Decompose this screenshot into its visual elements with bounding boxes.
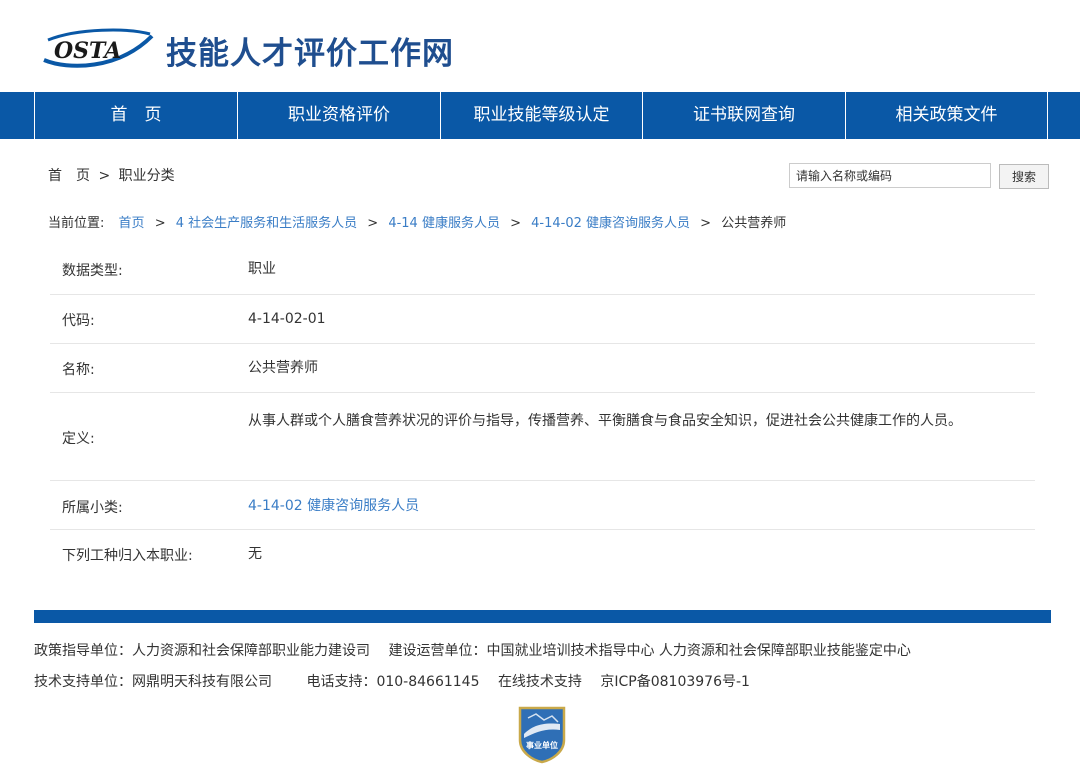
site-header: OSTA 技能人才评价工作网 [0, 0, 1080, 92]
location-link-group[interactable]: 4-14-02 健康咨询服务人员 [531, 216, 690, 231]
site-title: 技能人才评价工作网 [166, 36, 454, 72]
info-value: 公共营养师 [248, 360, 318, 376]
footer-operation-unit: 建设运营单位：中国就业培训技术指导中心 人力资源和社会保障部职业技能鉴定中心 [388, 643, 911, 659]
info-row: 所属小类: 4-14-02 健康咨询服务人员 [50, 481, 1035, 530]
location-current: 公共营养师 [721, 216, 787, 231]
footer-line-2: 技术支持单位：网鼎明天科技有限公司 电话支持：010-84661145 在线技术… [34, 671, 764, 691]
nav-item-policy-documents[interactable]: 相关政策文件 [845, 92, 1048, 139]
info-value: 职业 [248, 261, 276, 277]
info-label: 下列工种归入本职业: [62, 548, 193, 564]
current-location: 当前位置: 首页 > 4 社会生产服务和生活服务人员 > 4-14 健康服务人员… [48, 212, 786, 231]
osta-logo[interactable]: OSTA [38, 26, 156, 72]
info-label: 定义: [62, 431, 95, 447]
nav-item-skill-level-certification[interactable]: 职业技能等级认定 [440, 92, 642, 139]
occupation-info-table: 数据类型: 职业 代码: 4-14-02-01 名称: 公共营养师 定义: 从事… [50, 246, 1035, 578]
location-separator: > [367, 216, 379, 231]
svg-text:OSTA: OSTA [54, 38, 121, 64]
location-link-home[interactable]: 首页 [119, 216, 145, 231]
info-value: 无 [248, 546, 262, 562]
info-value: 从事人群或个人膳食营养状况的评价与指导，传播营养、平衡膳食与食品安全知识，促进社… [248, 413, 962, 429]
breadcrumb: 首 页 > 职业分类 [48, 165, 175, 185]
info-row: 名称: 公共营养师 [50, 344, 1035, 393]
footer-policy-unit: 政策指导单位：人力资源和社会保障部职业能力建设司 [34, 643, 370, 659]
breadcrumb-home[interactable]: 首 页 [48, 168, 90, 184]
location-link-category[interactable]: 4 社会生产服务和生活服务人员 [176, 216, 357, 231]
location-link-subcategory[interactable]: 4-14 健康服务人员 [388, 216, 500, 231]
search-button[interactable]: 搜索 [999, 164, 1049, 189]
info-label: 所属小类: [62, 500, 123, 516]
nav-item-qualification-evaluation[interactable]: 职业资格评价 [237, 92, 440, 139]
footer-tech-unit: 技术支持单位：网鼎明天科技有限公司 [34, 674, 272, 690]
breadcrumb-current: 职业分类 [118, 168, 175, 184]
location-separator: > [700, 216, 712, 231]
search-input[interactable] [789, 163, 991, 188]
breadcrumb-separator: > [98, 168, 111, 184]
location-separator: > [510, 216, 522, 231]
footer-line-1: 政策指导单位：人力资源和社会保障部职业能力建设司 建设运营单位：中国就业培训技术… [34, 640, 925, 660]
info-row: 代码: 4-14-02-01 [50, 295, 1035, 344]
footer-divider [34, 610, 1051, 623]
info-value: 4-14-02-01 [248, 311, 326, 327]
info-row: 数据类型: 职业 [50, 246, 1035, 295]
subclass-link[interactable]: 4-14-02 健康咨询服务人员 [248, 492, 1018, 521]
svg-text:事业单位: 事业单位 [526, 740, 558, 750]
nav-item-home[interactable]: 首 页 [34, 92, 237, 139]
footer-online-support[interactable]: 在线技术支持 [498, 674, 582, 690]
info-label: 代码: [62, 313, 95, 329]
info-row: 定义: 从事人群或个人膳食营养状况的评价与指导，传播营养、平衡膳食与食品安全知识… [50, 393, 1035, 481]
location-prefix: 当前位置: [48, 216, 105, 231]
footer-phone: 电话支持：010-84661145 [306, 674, 480, 690]
info-row: 下列工种归入本职业: 无 [50, 530, 1035, 578]
nav-item-certificate-query[interactable]: 证书联网查询 [642, 92, 845, 139]
info-label: 数据类型: [62, 263, 123, 279]
main-nav: 首 页 职业资格评价 职业技能等级认定 证书联网查询 相关政策文件 [0, 92, 1080, 139]
info-label: 名称: [62, 362, 95, 378]
public-institution-badge[interactable]: 事业单位 [516, 704, 568, 764]
footer-icp[interactable]: 京ICP备08103976号-1 [600, 674, 750, 690]
location-separator: > [154, 216, 166, 231]
